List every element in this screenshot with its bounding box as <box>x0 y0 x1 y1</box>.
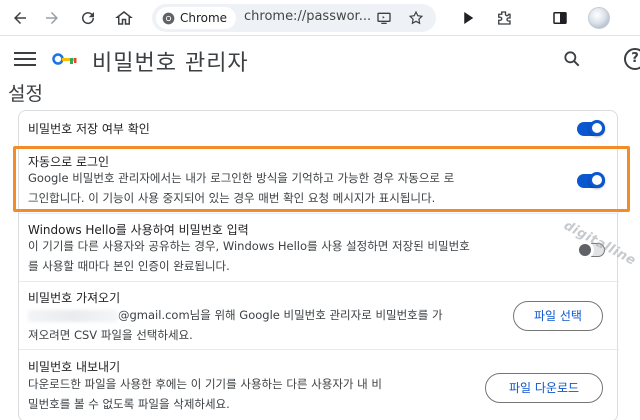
side-panel-icon[interactable] <box>548 6 572 30</box>
site-info-chip[interactable]: Chrome <box>156 7 236 29</box>
forward-arrow-icon[interactable] <box>40 6 64 30</box>
offer-save-title: 비밀번호 저장 여부 확인 <box>28 122 150 136</box>
windows-hello-desc-line2: 를 사용할 때마다 본인 인증이 완료됩니다. <box>28 259 230 273</box>
import-desc-line1: @gmail.com님을 위해 Google 비밀번호 관리자로 비밀번호를 가 <box>28 305 478 325</box>
auto-signin-description: Google 비밀번호 관리자에서는 내가 로그인한 방식을 기억하고 가능한 … <box>28 168 568 208</box>
browser-toolbar: Chrome chrome://passwor... <box>0 0 640 36</box>
windows-hello-row: Windows Hello를 사용하여 비밀번호 입력 이 기기를 다른 사용자… <box>19 214 619 280</box>
star-icon[interactable] <box>406 8 426 28</box>
choose-file-button[interactable]: 파일 선택 <box>513 301 603 331</box>
windows-hello-description: 이 기기를 다른 사용자와 공유하는 경우, Windows Hello를 사용… <box>28 236 568 276</box>
auto-signin-desc-line1: Google 비밀번호 관리자에서는 내가 로그인한 방식을 기억하고 가능한 … <box>28 171 455 185</box>
url-text[interactable]: chrome://passwor... <box>244 9 384 24</box>
import-desc-line2: 져오려면 CSV 파일을 선택하세요. <box>28 328 193 342</box>
help-icon[interactable]: ? <box>624 48 640 70</box>
auto-signin-row: 자동으로 로그인 Google 비밀번호 관리자에서는 내가 로그인한 방식을 … <box>19 147 619 213</box>
menu-icon[interactable] <box>14 49 36 69</box>
import-desc-line1-text: @gmail.com님을 위해 Google 비밀번호 관리자로 비밀번호를 가 <box>118 308 443 322</box>
page-title: 비밀번호 관리자 <box>92 51 249 76</box>
offer-save-row: 비밀번호 저장 여부 확인 <box>19 111 619 145</box>
cast-icon[interactable] <box>374 8 394 28</box>
extensions-icon[interactable] <box>492 6 516 30</box>
home-icon[interactable] <box>112 6 136 30</box>
address-bar[interactable]: Chrome chrome://passwor... <box>152 4 436 32</box>
export-title: 비밀번호 내보내기 <box>28 360 121 374</box>
offer-save-toggle[interactable] <box>577 120 605 136</box>
password-manager-header: 비밀번호 관리자 ? <box>0 37 640 81</box>
import-title: 비밀번호 가져오기 <box>28 291 121 305</box>
export-desc-line1: 다운로드한 파일을 사용한 후에는 이 기기를 사용하는 다른 사용자가 내 비 <box>28 377 382 391</box>
auto-signin-desc-line2: 그인합니다. 이 기능이 사용 중지되어 있는 경우 매번 확인 요청 메시지가… <box>28 191 436 205</box>
settings-card: 비밀번호 저장 여부 확인 자동으로 로그인 Google 비밀번호 관리자에서… <box>18 110 619 420</box>
section-heading: 설정 <box>8 83 43 105</box>
play-icon[interactable] <box>456 6 480 30</box>
chip-label: Chrome <box>180 11 228 25</box>
back-arrow-icon[interactable] <box>8 6 32 30</box>
auto-signin-toggle[interactable] <box>577 172 605 188</box>
toggle-knob <box>589 172 605 188</box>
key-icon <box>52 53 77 65</box>
export-description: 다운로드한 파일을 사용한 후에는 이 기기를 사용하는 다른 사용자가 내 비… <box>28 374 498 414</box>
profile-avatar[interactable] <box>588 7 610 29</box>
export-desc-line2: 밀번호를 볼 수 없도록 파일을 삭제하세요. <box>28 397 230 411</box>
export-row: 비밀번호 내보내기 다운로드한 파일을 사용한 후에는 이 기기를 사용하는 다… <box>19 350 619 420</box>
chrome-logo-icon <box>162 12 175 24</box>
redacted-email <box>28 309 118 322</box>
import-row: 비밀번호 가져오기 @gmail.com님을 위해 Google 비밀번호 관리… <box>19 282 619 348</box>
import-description: @gmail.com님을 위해 Google 비밀번호 관리자로 비밀번호를 가… <box>28 305 478 345</box>
reload-icon[interactable] <box>76 6 100 30</box>
search-icon[interactable] <box>562 49 582 69</box>
download-file-button[interactable]: 파일 다운로드 <box>485 373 603 403</box>
windows-hello-desc-line1: 이 기기를 다른 사용자와 공유하는 경우, Windows Hello를 사용… <box>28 239 470 253</box>
toggle-knob <box>589 120 605 136</box>
